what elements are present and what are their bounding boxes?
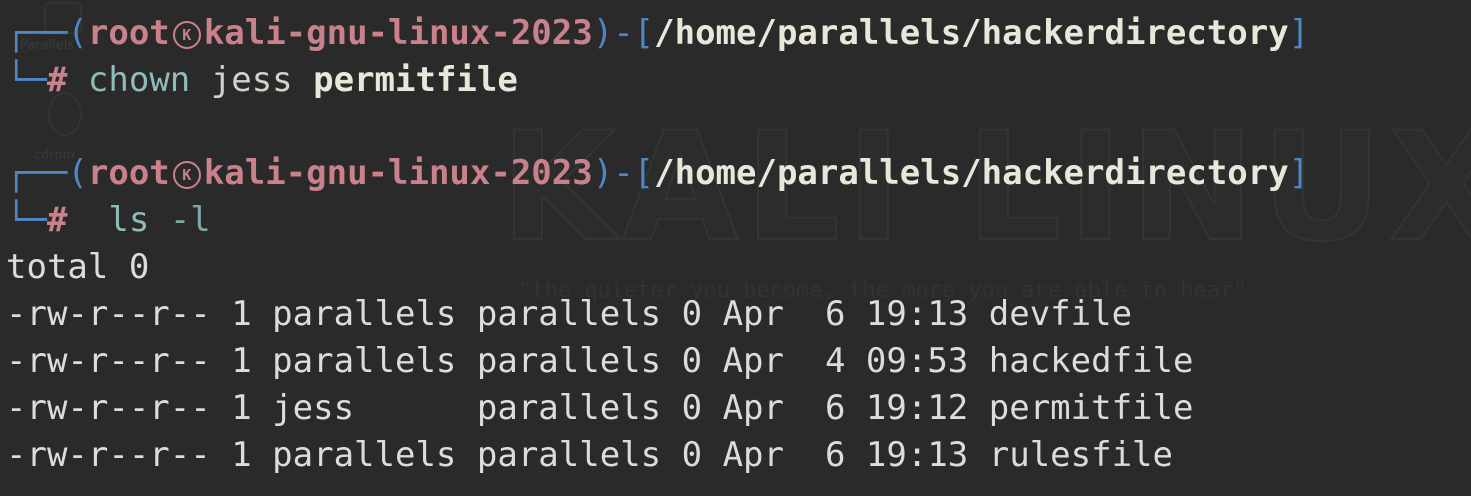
prompt-symbol: # xyxy=(46,200,68,240)
kali-skull-icon: K xyxy=(172,161,201,189)
listing-group: parallels xyxy=(476,294,662,334)
command-name: ls xyxy=(108,200,150,240)
listing-links: 1 xyxy=(231,294,252,334)
listing-day: 4 xyxy=(804,341,846,381)
listing-filename: permitfile xyxy=(988,388,1194,428)
listing-month: Apr xyxy=(722,341,784,381)
listing-row: -rw-r--r-- 1 parallels parallels 0 Apr 4… xyxy=(6,338,1193,384)
command-line[interactable]: └─# chown jess permitfile xyxy=(6,57,518,103)
listing-perms: -rw-r--r-- xyxy=(6,388,211,428)
listing-size: 0 xyxy=(681,294,703,334)
listing-filename: devfile xyxy=(988,294,1133,334)
prompt-user: root xyxy=(87,13,170,53)
prompt-line: ┌──(root Kkali-gnu-linux-2023)-[/home/par… xyxy=(6,13,1310,53)
prompt-host: kali-gnu-linux-2023 xyxy=(203,153,593,193)
listing-row: -rw-r--r-- 1 parallels parallels 0 Apr 6… xyxy=(6,432,1173,478)
listing-size: 0 xyxy=(681,388,703,428)
listing-size: 0 xyxy=(681,341,703,381)
listing-size: 0 xyxy=(681,435,703,475)
listing-time: 19:13 xyxy=(865,435,969,475)
listing-day: 6 xyxy=(804,435,846,475)
listing-day: 6 xyxy=(804,294,846,334)
command-line[interactable]: └─# ls -l xyxy=(6,197,211,243)
command-option: -l xyxy=(169,200,211,240)
listing-time: 09:53 xyxy=(865,341,969,381)
command-target: permitfile xyxy=(313,60,518,100)
listing-day: 6 xyxy=(804,388,846,428)
listing-links: 1 xyxy=(231,435,252,475)
listing-owner: parallels xyxy=(272,435,457,475)
prompt-path: /home/parallels/hackerdirectory xyxy=(654,13,1289,53)
listing-perms: -rw-r--r-- xyxy=(6,341,211,381)
listing-row: -rw-r--r-- 1 parallels parallels 0 Apr 6… xyxy=(6,291,1132,337)
listing-month: Apr xyxy=(722,294,784,334)
output-total: total 0 xyxy=(6,247,150,287)
prompt-symbol: # xyxy=(46,60,68,100)
listing-group: parallels xyxy=(476,341,662,381)
listing-time: 19:12 xyxy=(865,388,969,428)
command-arg: jess xyxy=(210,60,293,100)
prompt-line: ┌──(root Kkali-gnu-linux-2023)-[/home/par… xyxy=(6,153,1310,193)
listing-row: -rw-r--r-- 1 jess parallels 0 Apr 6 19:1… xyxy=(6,385,1193,431)
listing-owner: parallels xyxy=(272,341,457,381)
listing-group: parallels xyxy=(476,388,662,428)
prompt-path: /home/parallels/hackerdirectory xyxy=(654,153,1289,193)
listing-links: 1 xyxy=(231,388,252,428)
listing-owner: jess xyxy=(272,388,457,428)
listing-filename: hackedfile xyxy=(988,341,1194,381)
listing-owner: parallels xyxy=(272,294,457,334)
command-name: chown xyxy=(87,60,191,100)
listing-month: Apr xyxy=(722,435,784,475)
listing-filename: rulesfile xyxy=(988,435,1173,475)
listing-time: 19:13 xyxy=(865,294,969,334)
listing-month: Apr xyxy=(722,388,784,428)
listing-perms: -rw-r--r-- xyxy=(6,435,211,475)
prompt-host: kali-gnu-linux-2023 xyxy=(203,13,593,53)
terminal-window[interactable]: Parallels cdrom KALI LINUX "the quieter … xyxy=(0,0,1471,496)
listing-links: 1 xyxy=(231,341,252,381)
prompt-user: root xyxy=(87,153,170,193)
listing-group: parallels xyxy=(476,435,662,475)
kali-skull-icon: K xyxy=(172,21,201,49)
listing-perms: -rw-r--r-- xyxy=(6,294,211,334)
